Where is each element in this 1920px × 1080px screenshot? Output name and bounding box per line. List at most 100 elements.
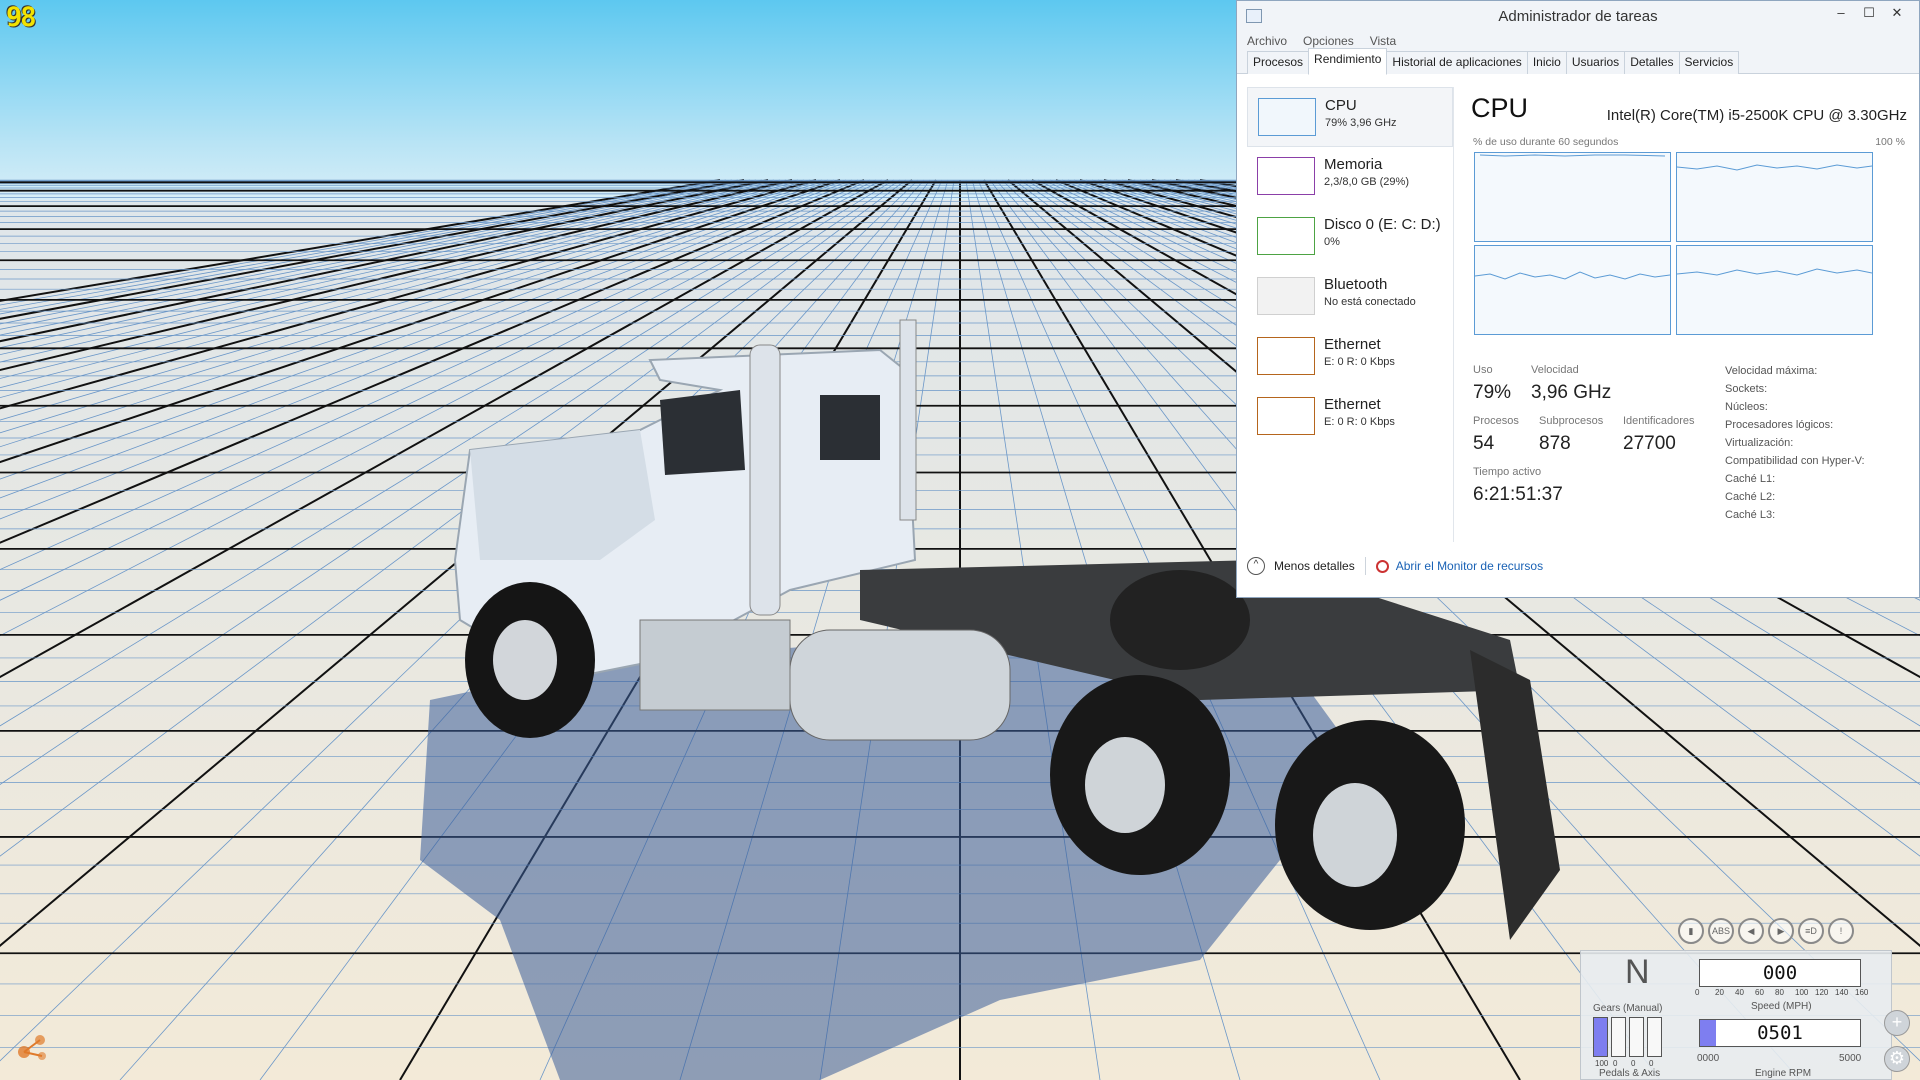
- speed-tick: 80: [1775, 988, 1784, 997]
- device-sub: No está conectado: [1324, 296, 1416, 308]
- right-signal-icon: ▶: [1768, 918, 1794, 944]
- speed-tick: 100: [1795, 988, 1809, 997]
- vehicle-indicators: ▮ ABS ◀ ▶ ≡D !: [1678, 918, 1854, 944]
- tab-detalles[interactable]: Detalles: [1624, 51, 1680, 74]
- less-details-link[interactable]: Menos detalles: [1274, 559, 1355, 573]
- velocidad-label: Velocidad: [1531, 364, 1579, 376]
- speed-label: Speed (MPH): [1751, 1001, 1812, 1012]
- spec-max-speed: Velocidad máxima:: [1725, 365, 1818, 377]
- subprocesos-value: 878: [1539, 433, 1571, 454]
- device-ethernet-2[interactable]: Ethernet E: 0 R: 0 Kbps: [1247, 387, 1453, 447]
- spec-logical: Procesadores lógicos:: [1725, 419, 1834, 431]
- fuel-icon: ▮: [1678, 918, 1704, 944]
- device-disco[interactable]: Disco 0 (E: C: D:) 0%: [1247, 207, 1453, 267]
- tab-bar: Procesos Rendimiento Historial de aplica…: [1237, 48, 1919, 75]
- device-ethernet-1[interactable]: Ethernet E: 0 R: 0 Kbps: [1247, 327, 1453, 387]
- rpm-max: 5000: [1839, 1053, 1862, 1064]
- speed-tick: 120: [1815, 988, 1829, 997]
- pedal-bar: [1611, 1017, 1626, 1057]
- uso-value: 79%: [1473, 382, 1512, 403]
- core-graph-4: [1676, 245, 1873, 335]
- fps-counter: 98: [6, 2, 36, 33]
- device-name: Disco 0 (E: C: D:): [1324, 216, 1441, 233]
- beamng-logo-icon: [18, 1035, 46, 1060]
- minimize-button[interactable]: –: [1827, 3, 1855, 23]
- device-cpu[interactable]: CPU 79% 3,96 GHz: [1247, 87, 1453, 147]
- resource-monitor-link[interactable]: Abrir el Monitor de recursos: [1396, 559, 1543, 573]
- device-name: Bluetooth: [1324, 276, 1388, 293]
- cpu-model: Intel(R) Core(TM) i5-2500K CPU @ 3.30GHz: [1606, 107, 1907, 124]
- rpm-bar-fill: [1700, 1020, 1716, 1046]
- pedal-bar: [1593, 1017, 1608, 1057]
- speed-tick: 160: [1855, 988, 1869, 997]
- device-memoria[interactable]: Memoria 2,3/8,0 GB (29%): [1247, 147, 1453, 207]
- left-signal-icon: ◀: [1738, 918, 1764, 944]
- bluetooth-thumbnail: [1257, 277, 1315, 315]
- panel-divider: [1453, 87, 1454, 542]
- device-list: CPU 79% 3,96 GHz Memoria 2,3/8,0 GB (29%…: [1247, 87, 1453, 447]
- tiempo-label: Tiempo activo: [1473, 466, 1542, 478]
- ethernet-thumbnail: [1257, 337, 1315, 375]
- headlight-icon: ≡D: [1798, 918, 1824, 944]
- speed-tick: 60: [1755, 988, 1764, 997]
- tab-rendimiento[interactable]: Rendimiento: [1308, 48, 1388, 75]
- abs-icon: ABS: [1708, 918, 1734, 944]
- identificadores-label: Identificadores: [1623, 415, 1695, 427]
- maximize-button[interactable]: ☐: [1855, 3, 1883, 23]
- spec-l3: Caché L3:: [1725, 509, 1776, 521]
- chevron-up-icon[interactable]: ^: [1247, 557, 1265, 575]
- menu-archivo[interactable]: Archivo: [1247, 31, 1287, 51]
- core-graph-1: [1474, 152, 1671, 242]
- side-controls: + ⚙: [1884, 1010, 1910, 1072]
- max-percent: 100 %: [1875, 136, 1905, 148]
- resource-monitor-icon: [1375, 559, 1389, 573]
- device-name: Ethernet: [1324, 336, 1381, 353]
- ethernet-thumbnail: [1257, 397, 1315, 435]
- rpm-min: 0000: [1697, 1053, 1720, 1064]
- pedal-bar: [1647, 1017, 1662, 1057]
- spec-virtualization: Virtualización:: [1725, 437, 1794, 449]
- speed-tick: 40: [1735, 988, 1744, 997]
- settings-icon[interactable]: ⚙: [1884, 1046, 1910, 1072]
- speed-tick: 0: [1695, 988, 1700, 997]
- tab-historial[interactable]: Historial de aplicaciones: [1386, 51, 1528, 74]
- gear-indicator: N: [1625, 953, 1650, 991]
- core-graph-3: [1474, 245, 1671, 335]
- add-icon[interactable]: +: [1884, 1010, 1910, 1036]
- warning-icon: !: [1828, 918, 1854, 944]
- window-title: Administrador de tareas: [1498, 8, 1658, 25]
- footer: ^ Menos detalles Abrir el Monitor de rec…: [1247, 557, 1543, 575]
- tab-servicios[interactable]: Servicios: [1678, 51, 1740, 74]
- pedal-tick: 0: [1631, 1059, 1636, 1068]
- spec-cores: Núcleos:: [1725, 401, 1768, 413]
- rpm-readout: 0501: [1699, 1019, 1861, 1047]
- task-manager-window[interactable]: Administrador de tareas – ☐ ✕ Archivo Op…: [1236, 0, 1920, 598]
- speed-tick: 20: [1715, 988, 1724, 997]
- vehicle-hud: N Gears (Manual) 100 0 0 0 Pedals & Axis 00…: [1580, 950, 1892, 1080]
- cpu-thumbnail: [1258, 98, 1316, 136]
- subprocesos-label: Subprocesos: [1539, 415, 1604, 427]
- pedal-fill: [1594, 1018, 1607, 1056]
- speed-tick: 140: [1835, 988, 1849, 997]
- spec-l1: Caché L1:: [1725, 473, 1776, 485]
- tab-procesos[interactable]: Procesos: [1247, 51, 1310, 74]
- detail-heading: CPU: [1471, 93, 1529, 123]
- identificadores-value: 27700: [1623, 433, 1676, 454]
- title-bar[interactable]: Administrador de tareas – ☐ ✕: [1237, 1, 1919, 31]
- pedal-tick: 0: [1649, 1059, 1654, 1068]
- close-button[interactable]: ✕: [1883, 3, 1911, 23]
- device-bluetooth[interactable]: Bluetooth No está conectado: [1247, 267, 1453, 327]
- spec-hyperv: Compatibilidad con Hyper-V:: [1725, 455, 1865, 467]
- pedal-bar: [1629, 1017, 1644, 1057]
- tab-inicio[interactable]: Inicio: [1526, 51, 1567, 74]
- device-name: CPU: [1325, 97, 1357, 114]
- rpm-label: Engine RPM: [1755, 1068, 1812, 1079]
- tab-usuarios[interactable]: Usuarios: [1565, 51, 1626, 74]
- device-name: Ethernet: [1324, 396, 1381, 413]
- spec-sockets: Sockets:: [1725, 383, 1768, 395]
- disk-thumbnail: [1257, 217, 1315, 255]
- speed-readout: 000: [1699, 959, 1861, 987]
- pedal-tick: 100: [1595, 1059, 1609, 1068]
- procesos-label: Procesos: [1473, 415, 1519, 427]
- rpm-value: 0501: [1757, 1022, 1803, 1044]
